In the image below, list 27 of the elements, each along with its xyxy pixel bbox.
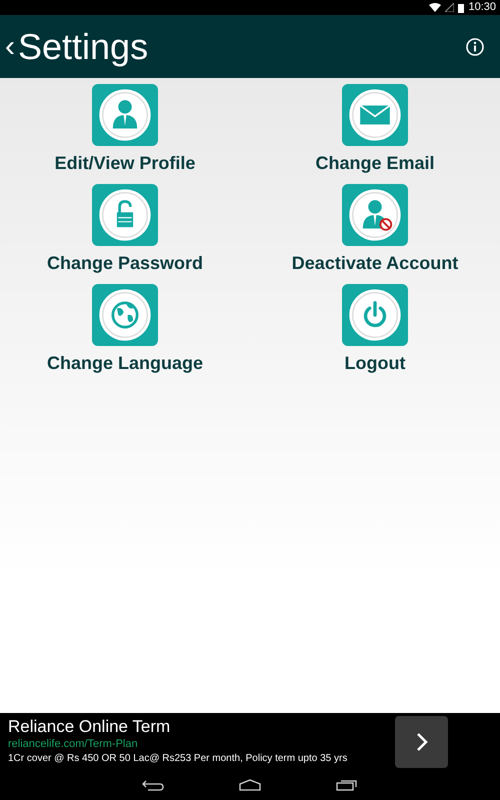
info-icon[interactable]	[466, 38, 484, 56]
home-nav-icon[interactable]	[239, 779, 261, 791]
signal-icon	[445, 3, 454, 12]
chevron-right-icon	[416, 732, 428, 752]
ad-title[interactable]: Reliance Online Term	[8, 717, 395, 737]
person-icon	[98, 88, 152, 142]
clock-time: 10:30	[468, 0, 496, 16]
ad-link[interactable]: reliancelife.com/Term-Plan	[8, 737, 395, 752]
person-blocked-icon	[348, 188, 402, 242]
ad-open-button[interactable]	[395, 716, 448, 768]
back-nav-icon[interactable]	[142, 779, 164, 791]
settings-option[interactable]: Change Password	[0, 184, 250, 274]
envelope-icon	[348, 88, 402, 142]
ad-description: 1Cr cover @ Rs 450 OR 50 Lac@ Rs253 Per month, Policy term upto 35 yrs	[8, 752, 348, 766]
globe-icon	[98, 288, 152, 342]
battery-icon	[458, 2, 464, 12]
lock-icon	[98, 188, 152, 242]
wifi-icon	[429, 3, 442, 12]
settings-option[interactable]: Change Email	[250, 84, 500, 174]
settings-option[interactable]: Logout	[250, 284, 500, 374]
settings-option[interactable]: Deactivate Account	[250, 184, 500, 274]
settings-option[interactable]: Edit/View Profile	[0, 84, 250, 174]
recents-nav-icon[interactable]	[336, 779, 358, 791]
back-button[interactable]: ‹	[0, 32, 18, 62]
settings-option[interactable]: Change Language	[0, 284, 250, 374]
power-icon	[348, 288, 402, 342]
page-title: Settings	[18, 28, 148, 64]
